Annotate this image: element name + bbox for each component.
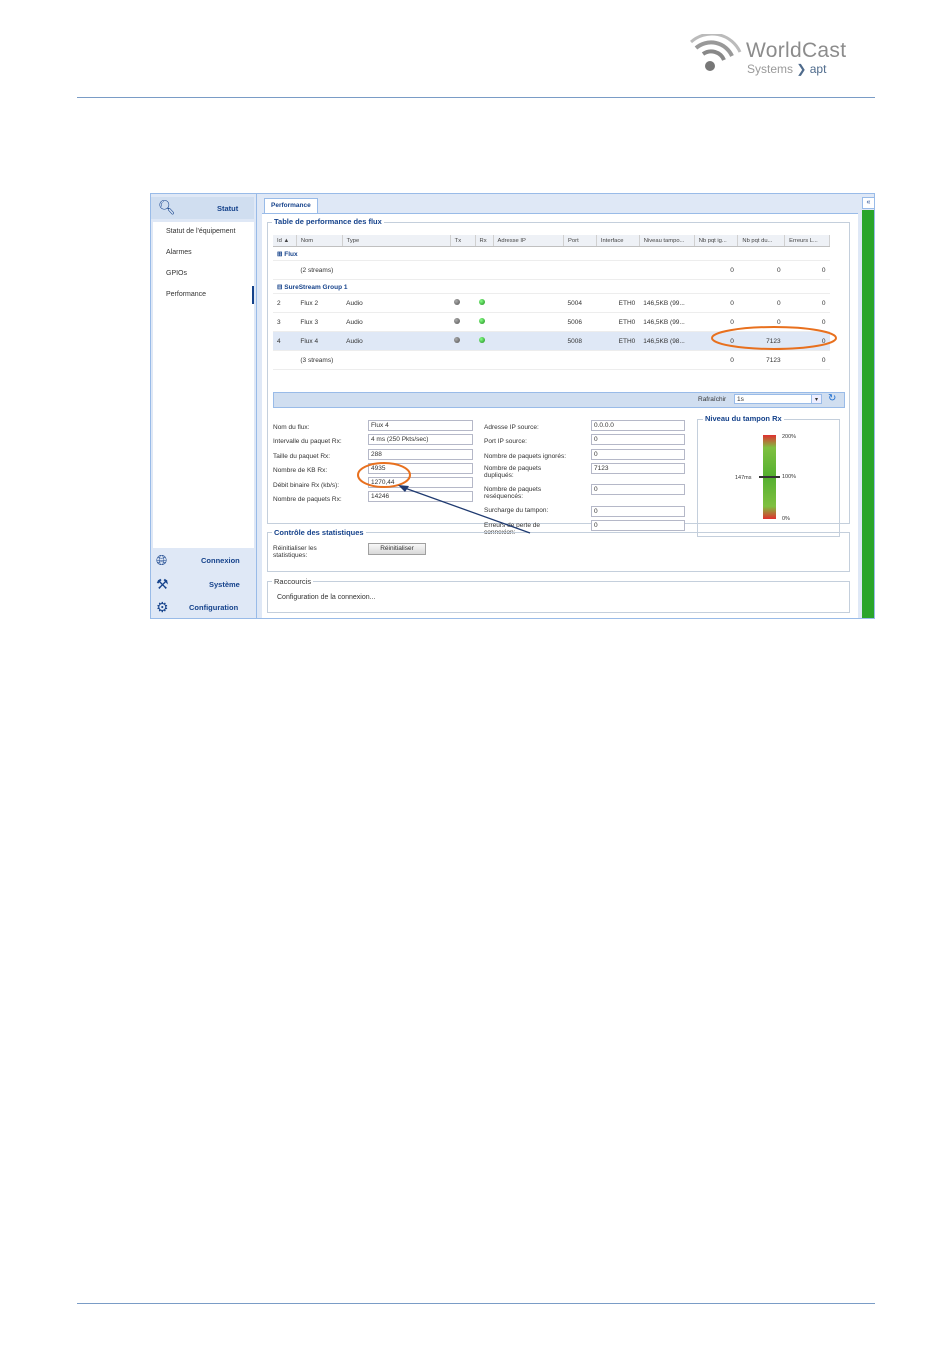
globe-icon: 🌐︎ — [156, 552, 168, 568]
table-row[interactable]: 3 Flux 3 Audio 5006 ETH0 146,5KB (99... … — [273, 312, 830, 332]
shortcut-connection-config-link[interactable]: Configuration de la connexion... — [277, 594, 375, 601]
perf-table: Id ▲ Nom Type Tx Rx Adresse IP Port Inte… — [273, 235, 830, 370]
sidebar-statut-label: Statut — [217, 204, 239, 213]
col-nb-pqt-dupliques[interactable]: Nb pqt du... — [737, 235, 786, 247]
refresh-icon[interactable]: ↻ — [828, 393, 836, 404]
sidebar-item-performance[interactable]: Performance — [166, 291, 206, 298]
label-debit: Débit binaire Rx (kb/s): — [273, 482, 340, 489]
group-summary-row: (3 streams) 0 7123 0 — [273, 350, 830, 370]
field-nombre-paquets-rx[interactable]: 14246 — [368, 491, 473, 502]
collapse-icon[interactable]: « — [862, 197, 874, 209]
col-rx[interactable]: Rx — [475, 235, 494, 247]
sidebar-item-statut-equipement[interactable]: Statut de l'équipement — [166, 228, 235, 235]
field-nombre-kb[interactable]: 4935 — [368, 463, 473, 474]
tab-performance[interactable]: Performance — [264, 198, 318, 213]
col-nom[interactable]: Nom — [296, 235, 343, 247]
gauge-label-top: 200% — [782, 434, 797, 440]
gear-icon: ⚙ — [156, 599, 169, 615]
refresh-select[interactable]: 1s — [734, 394, 822, 404]
gauge-label-mid: 100% — [782, 474, 797, 480]
buffer-level-marker — [759, 476, 780, 478]
label-port-ip-source: Port IP source: — [484, 438, 527, 445]
sidebar-item-alarmes[interactable]: Alarmes — [166, 249, 192, 256]
col-interface[interactable]: Interface — [596, 235, 640, 247]
worldcast-logo: WorldCast Systems ❯ apt — [690, 34, 875, 94]
field-paquets-ignores[interactable]: 0 — [591, 449, 685, 460]
gauge-current-value: 147ms — [735, 475, 752, 481]
group-row-surestream[interactable]: ⊟ SureStream Group 1 — [273, 279, 830, 294]
table-row[interactable]: 2 Flux 2 Audio 5004 ETH0 146,5KB (99... … — [273, 293, 830, 313]
shortcuts-title: Raccourcis — [272, 577, 314, 586]
perf-table-title: Table de performance des flux — [272, 217, 384, 226]
search-icon: 🔍︎ — [158, 199, 176, 215]
main-panel: Performance Table de performance des flu… — [259, 194, 858, 618]
stats-fieldset — [267, 532, 850, 572]
sidebar-active-indicator — [252, 286, 254, 304]
sidebar-connexion[interactable]: Connexion — [201, 556, 240, 565]
tx-status-icon — [454, 318, 461, 324]
rx-status-icon — [479, 299, 486, 305]
label-nom-flux: Nom du flux: — [273, 424, 310, 431]
rx-status-icon — [479, 318, 486, 324]
group-row-flux[interactable]: ⊞ Flux — [273, 246, 830, 261]
tx-status-icon — [454, 337, 461, 343]
footer-rule — [77, 1303, 875, 1304]
gauge-label-bottom: 0% — [782, 516, 790, 522]
sidebar: 🔍︎ Statut Statut de l'équipement Alarmes… — [151, 194, 257, 618]
sidebar-systeme[interactable]: Système — [209, 580, 240, 589]
col-niveau-tampon[interactable]: Niveau tampo... — [639, 235, 695, 247]
stats-title: Contrôle des statistiques — [272, 528, 366, 537]
sidebar-item-gpios[interactable]: GPIOs — [166, 270, 187, 277]
col-tx[interactable]: Tx — [450, 235, 476, 247]
right-status-bar — [862, 210, 874, 618]
field-intervalle[interactable]: 4 ms (250 Pkts/sec) — [368, 434, 473, 445]
table-header-row: Id ▲ Nom Type Tx Rx Adresse IP Port Inte… — [273, 235, 830, 247]
tx-status-icon — [454, 299, 461, 305]
col-nb-pqt-ignores[interactable]: Nb pqt ig... — [694, 235, 739, 247]
rx-status-icon — [479, 337, 486, 343]
label-paquets-ignores: Nombre de paquets ignorés: — [484, 453, 567, 460]
chevron-down-icon[interactable]: ▾ — [811, 394, 822, 404]
right-collapse-panel: « — [859, 194, 874, 618]
label-nombre-paquets-rx: Nombre de paquets Rx: — [273, 496, 342, 503]
field-erreurs-perte[interactable]: 0 — [591, 520, 685, 531]
field-paquets-resequences[interactable]: 0 — [591, 484, 685, 495]
buffer-gauge-panel: 200% 100% 0% 147ms — [697, 419, 840, 537]
refresh-label: Rafraîchir — [698, 396, 727, 403]
header-rule — [77, 97, 875, 98]
label-nombre-kb: Nombre de KB Rx: — [273, 467, 328, 474]
group-summary-row: (2 streams) 0 0 0 — [273, 260, 830, 280]
field-paquets-dupliques[interactable]: 7123 — [591, 463, 685, 474]
label-paquets-resequences: Nombre de paquets reséquencés: — [484, 486, 542, 500]
field-taille-paquet[interactable]: 288 — [368, 449, 473, 460]
reset-button[interactable]: Réinitialiser — [368, 543, 426, 555]
tools-icon: ⚒ — [156, 576, 169, 592]
col-erreurs[interactable]: Erreurs L... — [784, 235, 830, 247]
col-adresse-ip[interactable]: Adresse IP — [493, 235, 565, 247]
field-nom-flux[interactable]: Flux 4 — [368, 420, 473, 431]
logo-waves-icon — [690, 34, 742, 71]
tab-content: Table de performance des flux Id ▲ Nom T… — [262, 213, 858, 618]
logo-subtitle: Systems ❯ apt — [747, 62, 827, 76]
table-toolbar: Rafraîchir 1s ▾ ↻ — [273, 392, 845, 408]
reset-stats-label: Réinitialiser les statistiques: — [273, 545, 317, 559]
field-debit[interactable]: 1270,44 — [368, 477, 473, 488]
gauge-title: Niveau du tampon Rx — [703, 414, 784, 423]
col-type[interactable]: Type — [342, 235, 451, 247]
field-port-ip-source[interactable]: 0 — [591, 434, 685, 445]
sidebar-configuration[interactable]: Configuration — [189, 603, 238, 612]
app-screenshot: 🔍︎ Statut Statut de l'équipement Alarmes… — [150, 193, 875, 619]
col-id[interactable]: Id ▲ — [273, 235, 297, 247]
label-paquets-dupliques: Nombre de paquets dupliqués: — [484, 465, 542, 479]
col-port[interactable]: Port — [563, 235, 597, 247]
label-taille-paquet: Taille du paquet Rx: — [273, 453, 331, 460]
field-adresse-ip-source[interactable]: 0.0.0.0 — [591, 420, 685, 431]
field-surcharge-tampon[interactable]: 0 — [591, 506, 685, 517]
label-surcharge-tampon: Surcharge du tampon: — [484, 507, 549, 514]
sidebar-header-statut[interactable]: 🔍︎ Statut — [151, 197, 254, 219]
logo-name: WorldCast — [746, 39, 847, 62]
table-row-selected[interactable]: 4 Flux 4 Audio 5008 ETH0 146,5KB (98... … — [273, 331, 830, 351]
label-intervalle: Intervalle du paquet Rx: — [273, 438, 342, 445]
label-adresse-ip-source: Adresse IP source: — [484, 424, 539, 431]
